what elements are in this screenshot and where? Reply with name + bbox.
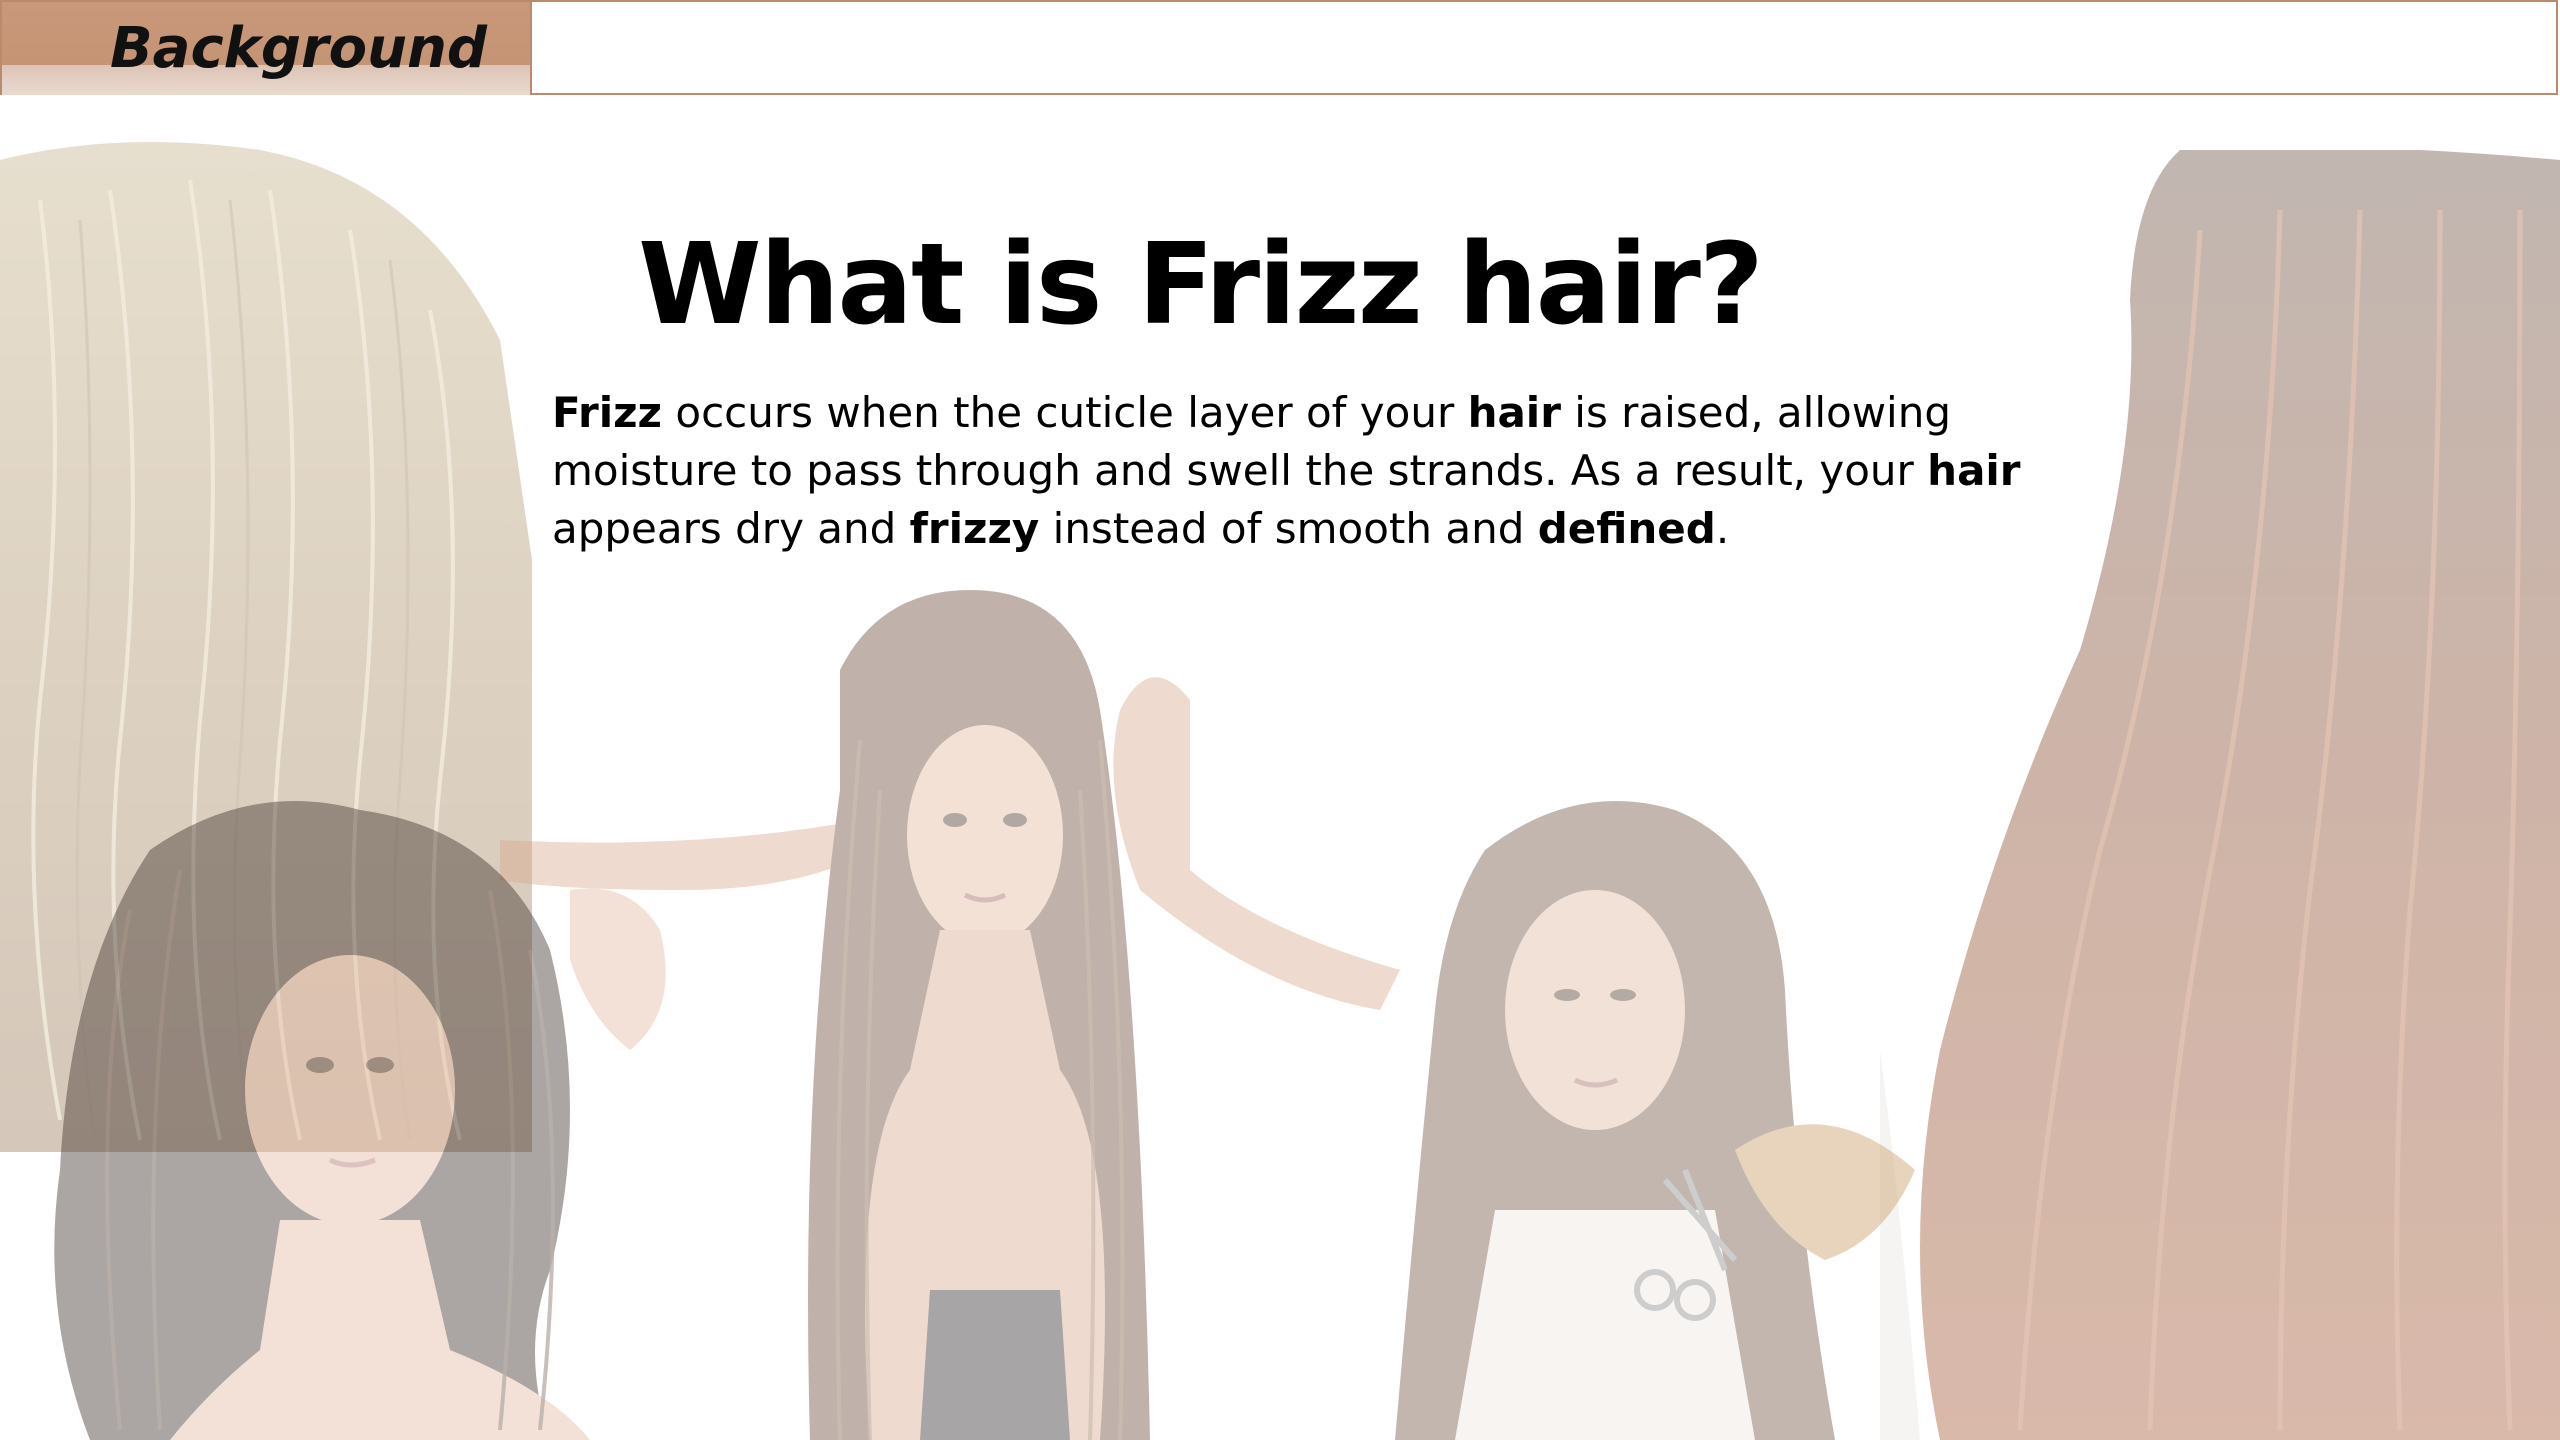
body-bold-term: frizzy: [909, 504, 1040, 553]
body-text-run: appears dry and: [552, 504, 910, 553]
body-paragraph: Frizz occurs when the cuticle layer of y…: [552, 384, 2032, 558]
page-title-text: What is Frizz hair?: [638, 220, 1764, 350]
woman-cutting-split-ends-photo: [1355, 790, 1955, 1440]
body-bold-term: hair: [1927, 446, 2021, 495]
section-tab: Background: [2, 2, 532, 95]
body-bold-term: hair: [1467, 388, 1561, 437]
body-text-run: occurs when the cuticle layer of your: [662, 388, 1468, 437]
slide: Background What is Frizz hair? Frizz occ…: [0, 0, 2560, 1440]
body-text-run: instead of smooth and: [1039, 504, 1538, 553]
body-text-run: .: [1715, 504, 1730, 553]
body-bold-term: Frizz: [552, 388, 663, 437]
section-label: Background: [110, 16, 487, 81]
woman-curly-dark-hair-photo: [30, 790, 730, 1440]
page-title: What is Frizz hair?: [0, 220, 2560, 350]
body-bold-term: defined: [1537, 504, 1716, 553]
header-bar: Background: [0, 0, 2558, 95]
